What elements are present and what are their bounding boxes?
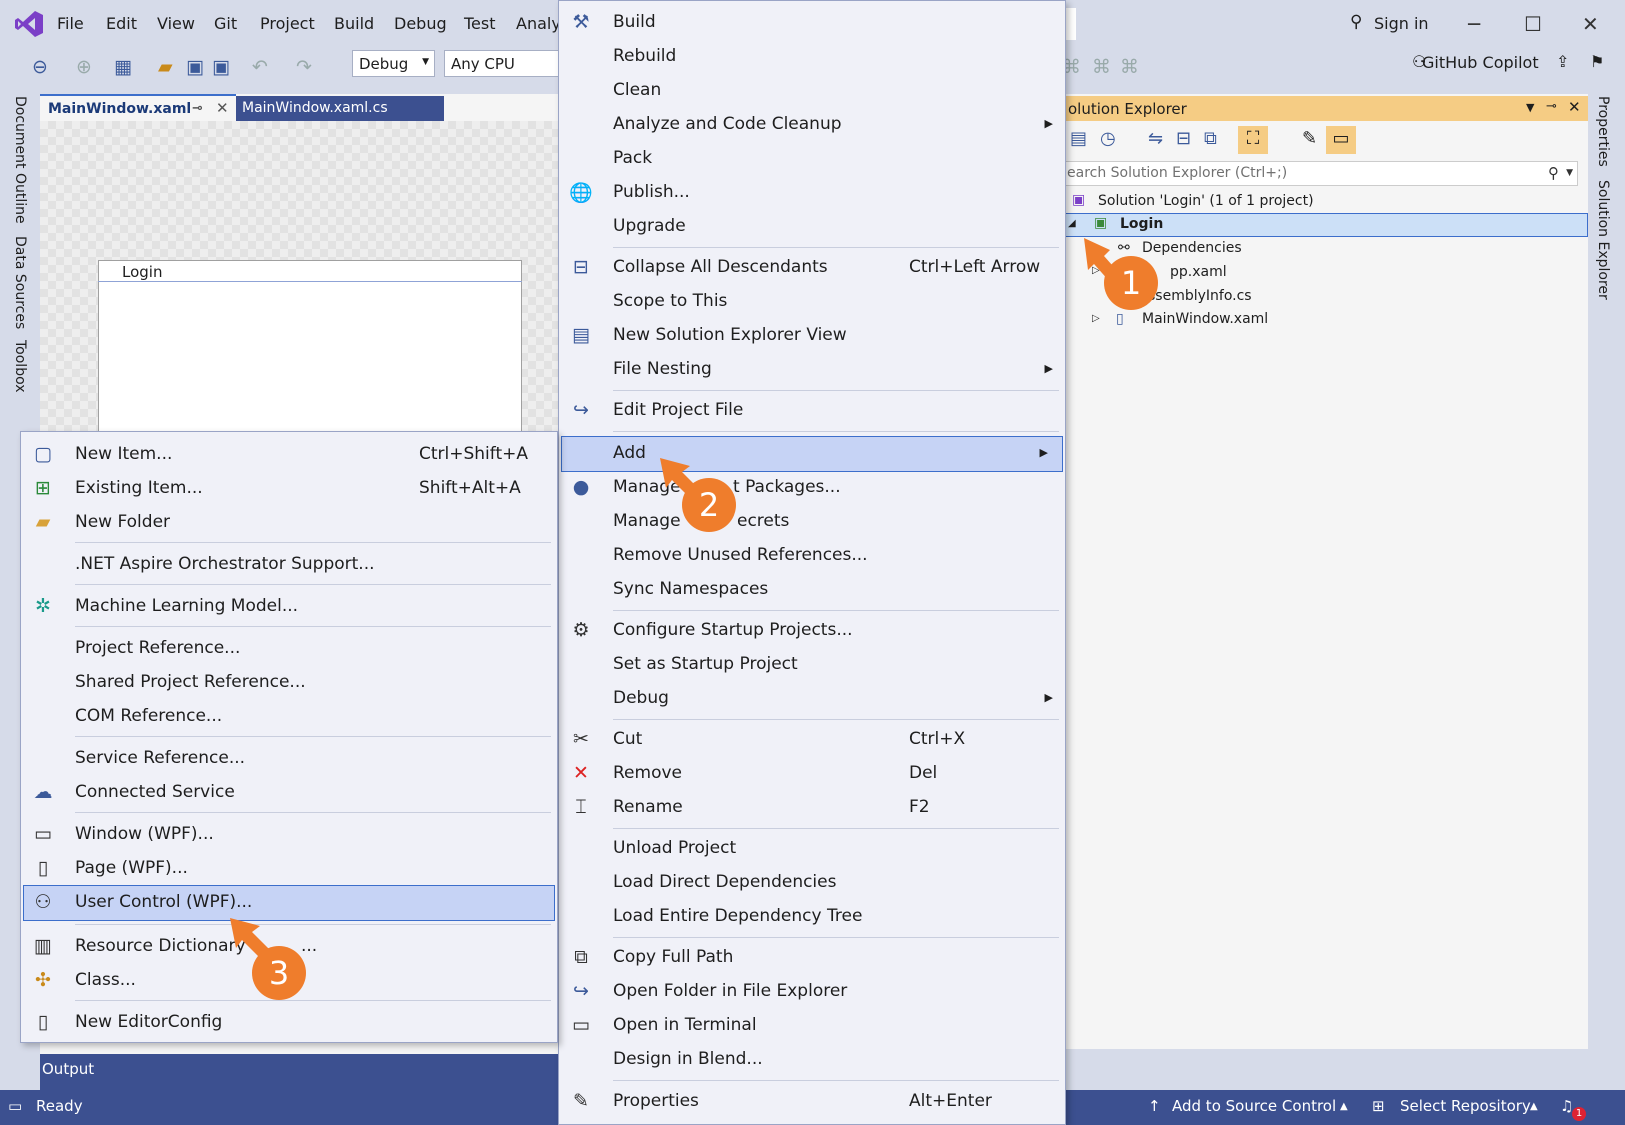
callout-arrows (230, 238, 1120, 960)
callout-badge-1: 1 (1104, 256, 1158, 310)
callout-badge-2: 2 (682, 478, 736, 532)
callout-badge-3: 3 (252, 946, 306, 1000)
